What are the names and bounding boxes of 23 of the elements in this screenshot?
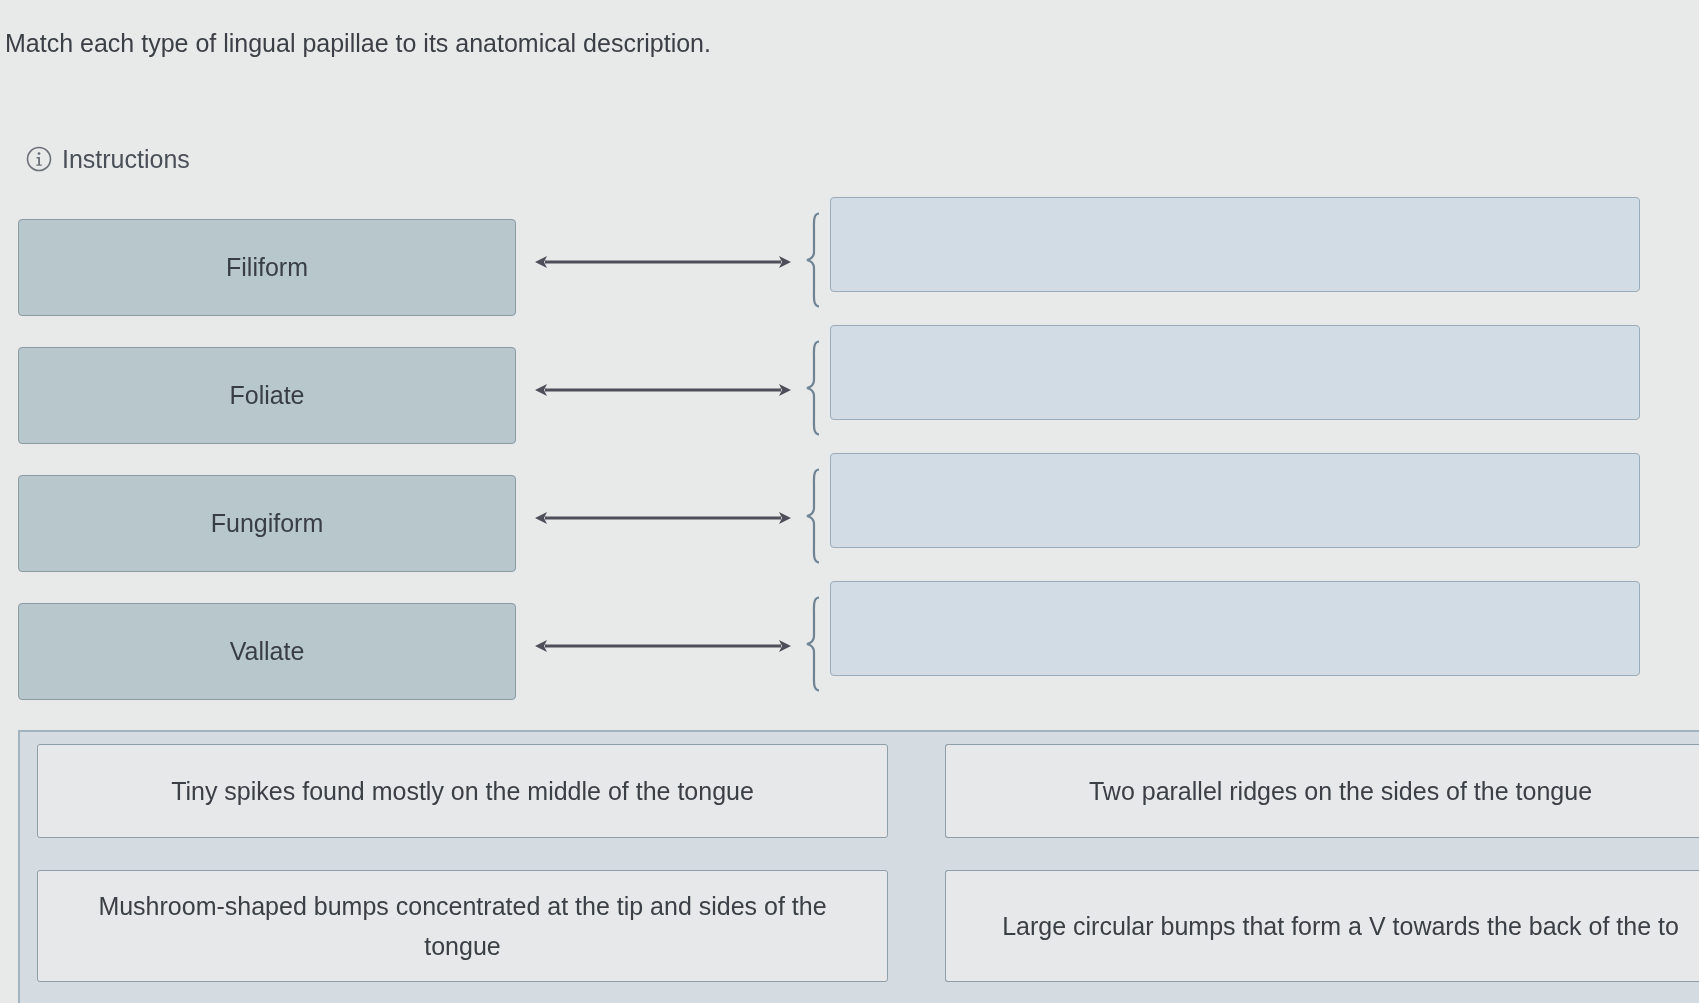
curly-brace-icon (805, 212, 821, 308)
answer-card[interactable]: Mushroom-shaped bumps concentrated at the tip and sides of the tongue (37, 870, 888, 982)
term-label: Foliate (18, 347, 516, 444)
curly-brace-icon (805, 340, 821, 436)
drop-zone[interactable] (830, 581, 1640, 676)
curly-brace-icon (805, 596, 821, 692)
term-label: Filiform (18, 219, 516, 316)
answer-card[interactable]: Two parallel ridges on the sides of the tongue (945, 744, 1699, 838)
answer-card[interactable]: Large circular bumps that form a V towards the back of the to (945, 870, 1699, 982)
curly-brace-icon (805, 468, 821, 564)
double-arrow-icon (535, 255, 791, 269)
answer-card[interactable]: Tiny spikes found mostly on the middle of the tongue (37, 744, 888, 838)
double-arrow-icon (535, 511, 791, 525)
question-prompt: Match each type of lingual papillae to its anatomical description. (5, 28, 711, 58)
double-arrow-icon (535, 639, 791, 653)
term-label: Fungiform (18, 475, 516, 572)
drop-zone[interactable] (830, 453, 1640, 548)
drop-zone[interactable] (830, 197, 1640, 292)
info-icon (26, 146, 52, 172)
term-label: Vallate (18, 603, 516, 700)
instructions-link[interactable]: Instructions (62, 144, 190, 174)
double-arrow-icon (535, 383, 791, 397)
drop-zone[interactable] (830, 325, 1640, 420)
